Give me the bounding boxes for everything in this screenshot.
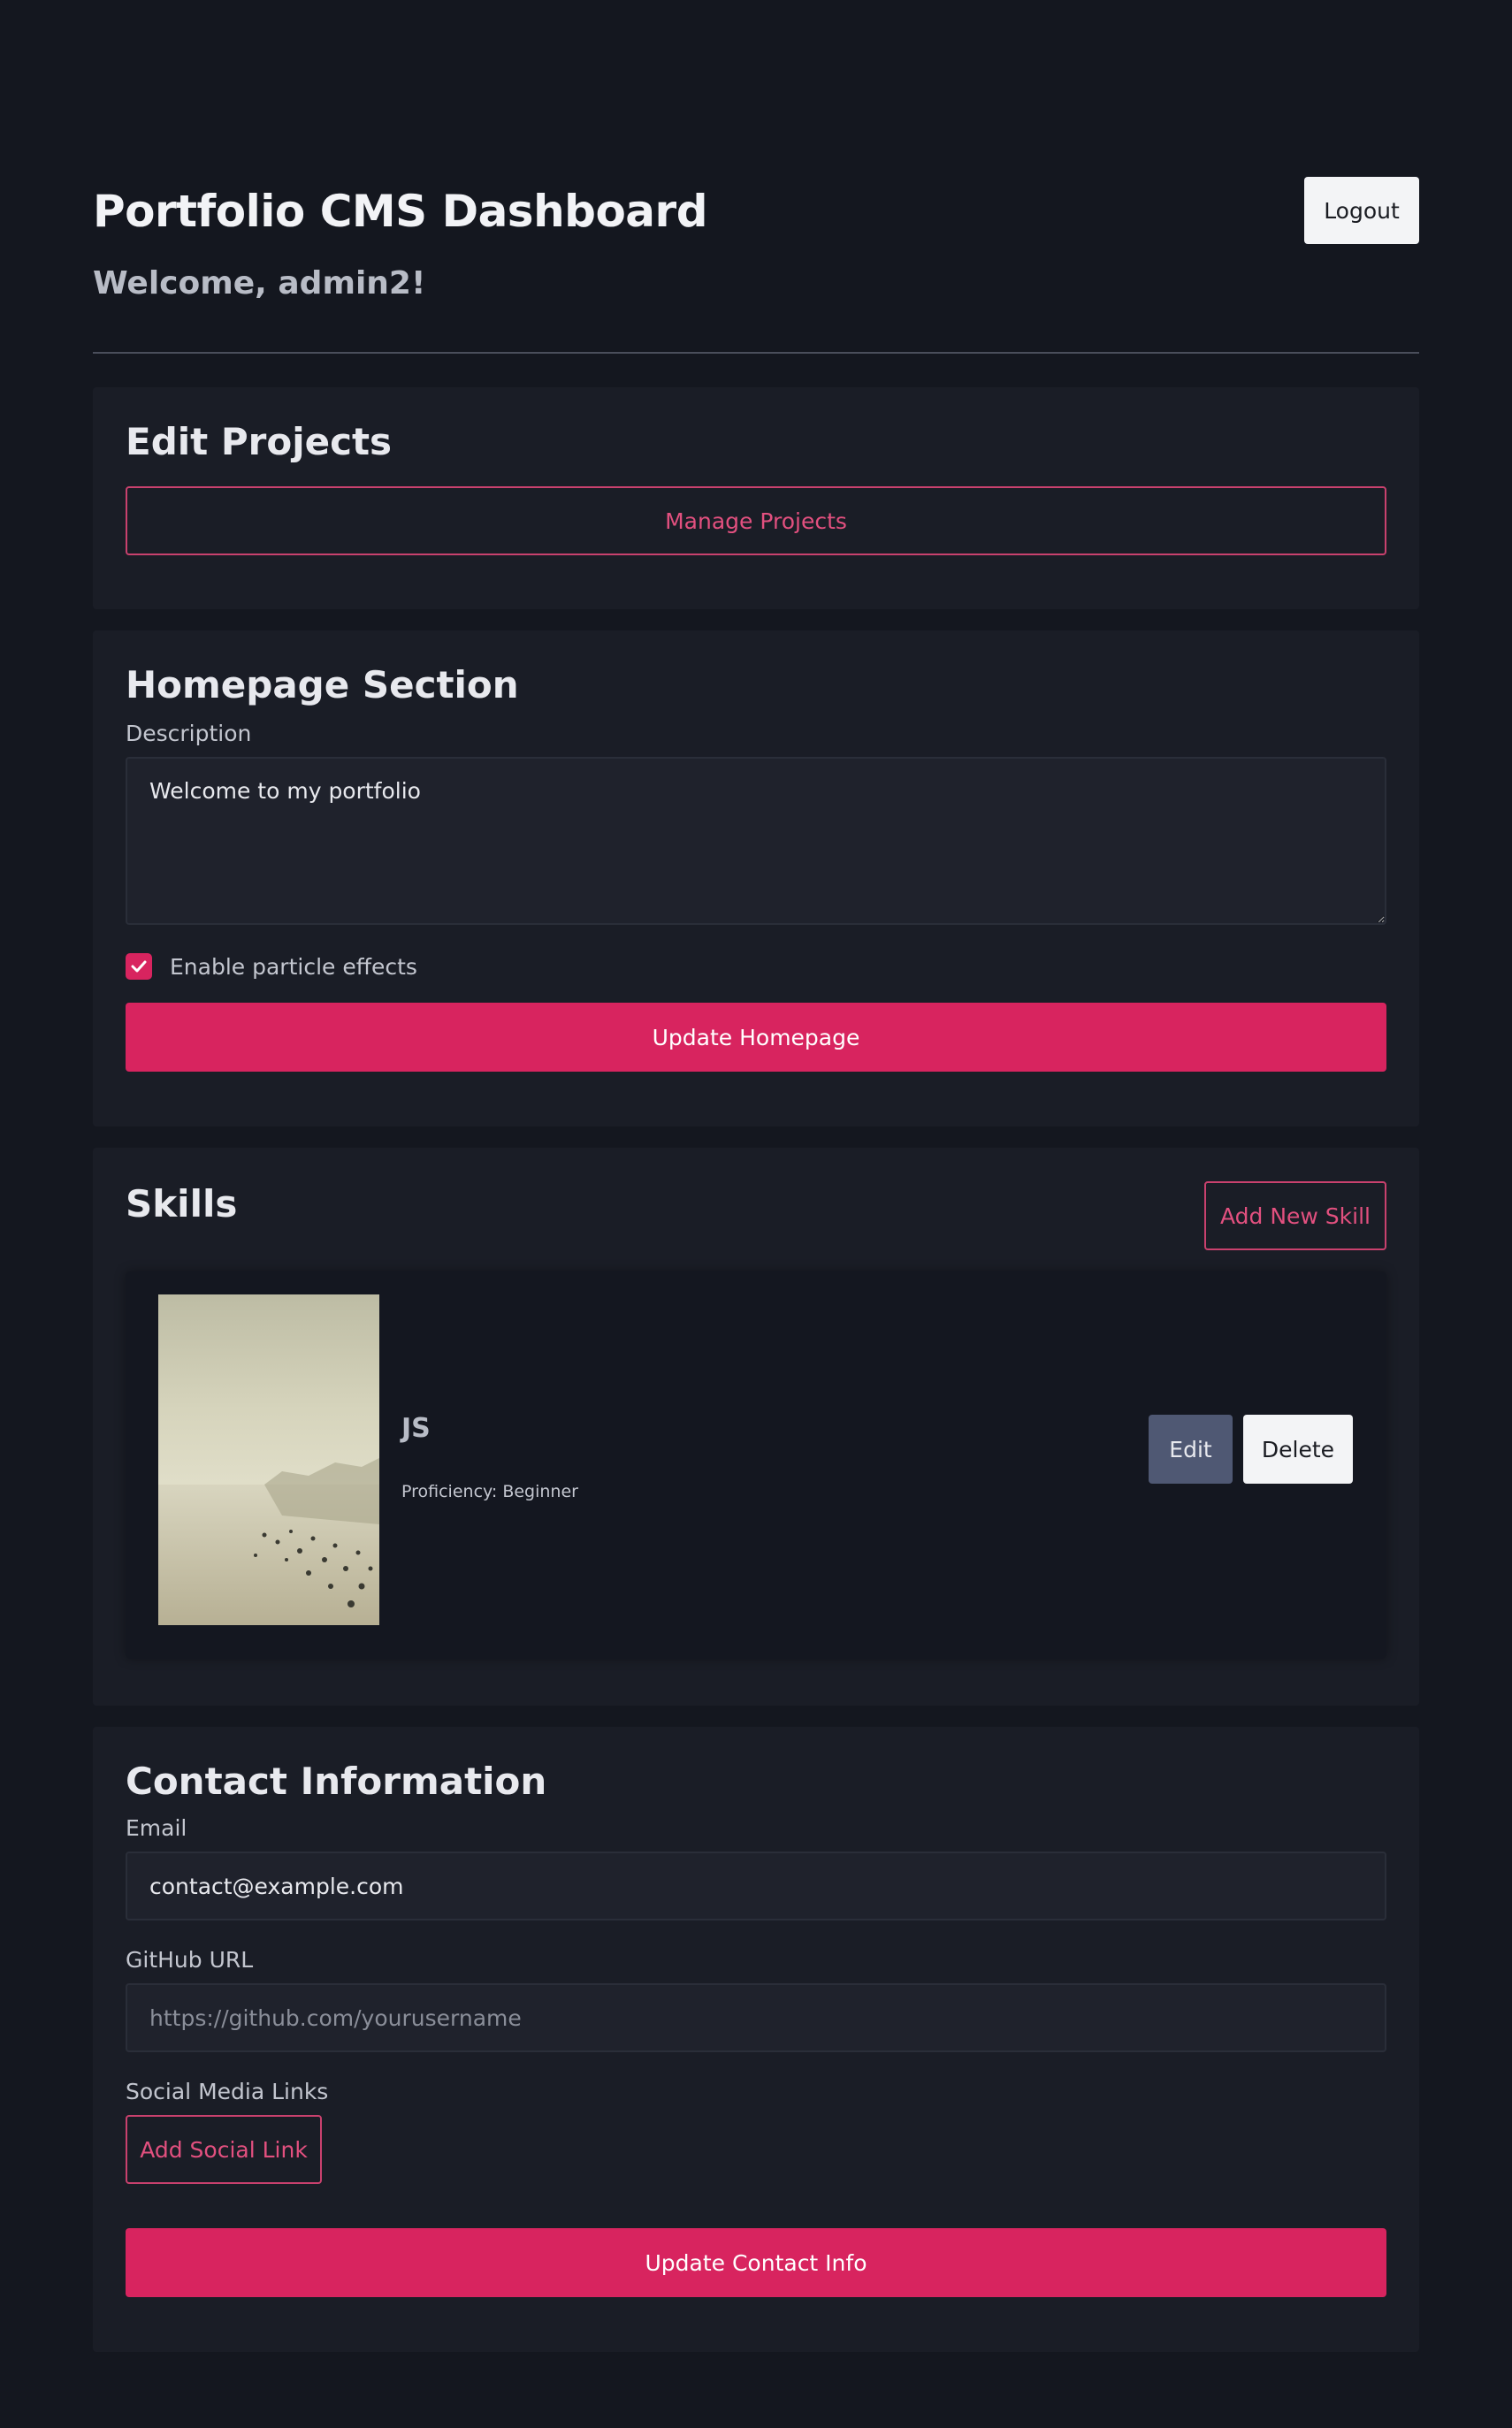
email-field[interactable] — [126, 1852, 1386, 1920]
particle-effects-label: Enable particle effects — [170, 953, 417, 980]
skills-header: Skills Add New Skill — [126, 1181, 1386, 1271]
contact-information-card: Contact Information Email GitHub URL Soc… — [93, 1727, 1419, 2352]
particle-effects-checkbox[interactable] — [126, 953, 152, 980]
update-homepage-button[interactable]: Update Homepage — [126, 1003, 1386, 1072]
homepage-section-card: Homepage Section Description Welcome to … — [93, 630, 1419, 1126]
github-field-group: GitHub URL — [126, 1947, 1386, 2052]
skill-image — [158, 1294, 379, 1625]
email-label: Email — [126, 1815, 187, 1841]
update-contact-info-button[interactable]: Update Contact Info — [126, 2228, 1386, 2297]
edit-projects-heading: Edit Projects — [126, 420, 393, 463]
description-label: Description — [126, 721, 252, 746]
edit-skill-button[interactable]: Edit — [1149, 1415, 1233, 1484]
skill-item: JS Proficiency: Beginner Edit Delete — [126, 1271, 1386, 1659]
welcome-message: Welcome, admin2! — [93, 265, 426, 302]
checkmark-icon — [131, 960, 147, 973]
particle-effects-row[interactable]: Enable particle effects — [126, 953, 1386, 980]
delete-skill-button[interactable]: Delete — [1243, 1415, 1353, 1484]
manage-projects-button[interactable]: Manage Projects — [126, 486, 1386, 555]
skills-card: Skills Add New Skill JS Proficiency: Beg… — [93, 1148, 1419, 1706]
edit-projects-card: Edit Projects Manage Projects — [93, 387, 1419, 609]
skill-name: JS — [401, 1413, 431, 1444]
github-url-label: GitHub URL — [126, 1947, 254, 1973]
page-title: Portfolio CMS Dashboard — [93, 186, 708, 237]
email-field-group: Email — [126, 1815, 1386, 1920]
logout-button[interactable]: Logout — [1304, 177, 1419, 244]
homepage-section-heading: Homepage Section — [126, 663, 519, 706]
contact-information-heading: Contact Information — [126, 1760, 547, 1803]
dashboard-header: Portfolio CMS Dashboard Welcome, admin2!… — [93, 177, 1419, 354]
add-new-skill-button[interactable]: Add New Skill — [1204, 1181, 1386, 1250]
add-social-link-button[interactable]: Add Social Link — [126, 2115, 322, 2184]
dashboard-page: Portfolio CMS Dashboard Welcome, admin2!… — [93, 0, 1419, 2352]
skill-proficiency: Proficiency: Beginner — [401, 1482, 578, 1501]
github-url-field[interactable] — [126, 1983, 1386, 2052]
description-textarea[interactable]: Welcome to my portfolio — [126, 757, 1386, 925]
social-media-links-label: Social Media Links — [126, 2079, 329, 2104]
skills-heading: Skills — [126, 1182, 238, 1225]
